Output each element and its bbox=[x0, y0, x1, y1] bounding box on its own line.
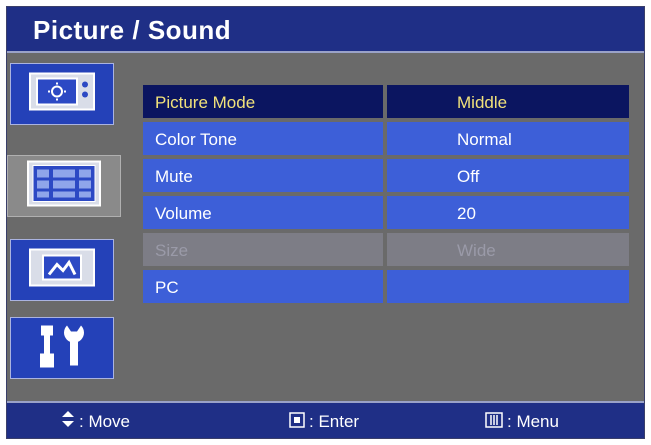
menu-hint: : Menu bbox=[485, 403, 559, 440]
sidebar-item-picture-sound[interactable] bbox=[7, 155, 121, 217]
sidebar bbox=[7, 55, 121, 400]
row-label: Picture Mode bbox=[143, 85, 385, 120]
row-value: Wide bbox=[387, 233, 629, 268]
sidebar-item-image-size[interactable] bbox=[10, 239, 114, 301]
setup-tools-icon bbox=[35, 322, 89, 375]
menu-button-icon bbox=[485, 404, 503, 441]
row-value: 20 bbox=[387, 196, 629, 231]
move-hint: : Move bbox=[61, 403, 130, 440]
enter-hint: : Enter bbox=[289, 403, 359, 440]
row-label: Size bbox=[143, 233, 385, 268]
title-bar: Picture / Sound bbox=[7, 7, 644, 53]
sidebar-item-setup[interactable] bbox=[10, 317, 114, 379]
up-down-arrows-icon bbox=[61, 404, 75, 441]
menu-row-mute[interactable]: Mute Off bbox=[143, 159, 629, 194]
row-value: Normal bbox=[387, 122, 629, 157]
enter-label: : Enter bbox=[309, 412, 360, 431]
page-title: Picture / Sound bbox=[33, 15, 232, 45]
picture-icon bbox=[29, 72, 95, 116]
row-label: Color Tone bbox=[143, 122, 385, 157]
osd-menu: Picture / Sound Picture Mode Middle Colo… bbox=[6, 6, 645, 439]
sidebar-item-picture[interactable] bbox=[10, 63, 114, 125]
row-label: Mute bbox=[143, 159, 385, 194]
menu-label: : Menu bbox=[507, 412, 559, 431]
menu-row-pc[interactable]: PC bbox=[143, 270, 629, 305]
row-value: Off bbox=[387, 159, 629, 194]
menu-row-size: Size Wide bbox=[143, 233, 629, 268]
image-size-icon bbox=[29, 248, 95, 292]
menu-row-color-tone[interactable]: Color Tone Normal bbox=[143, 122, 629, 157]
enter-button-icon bbox=[289, 404, 305, 441]
footer-hints: : Move : Enter : Menu bbox=[7, 401, 644, 438]
picture-sound-icon bbox=[27, 160, 101, 212]
menu-row-volume[interactable]: Volume 20 bbox=[143, 196, 629, 231]
menu-row-picture-mode[interactable]: Picture Mode Middle bbox=[143, 85, 629, 120]
row-label: PC bbox=[143, 270, 385, 305]
move-label: : Move bbox=[79, 412, 131, 431]
row-value bbox=[387, 270, 629, 305]
row-label: Volume bbox=[143, 196, 385, 231]
row-value: Middle bbox=[387, 85, 629, 120]
